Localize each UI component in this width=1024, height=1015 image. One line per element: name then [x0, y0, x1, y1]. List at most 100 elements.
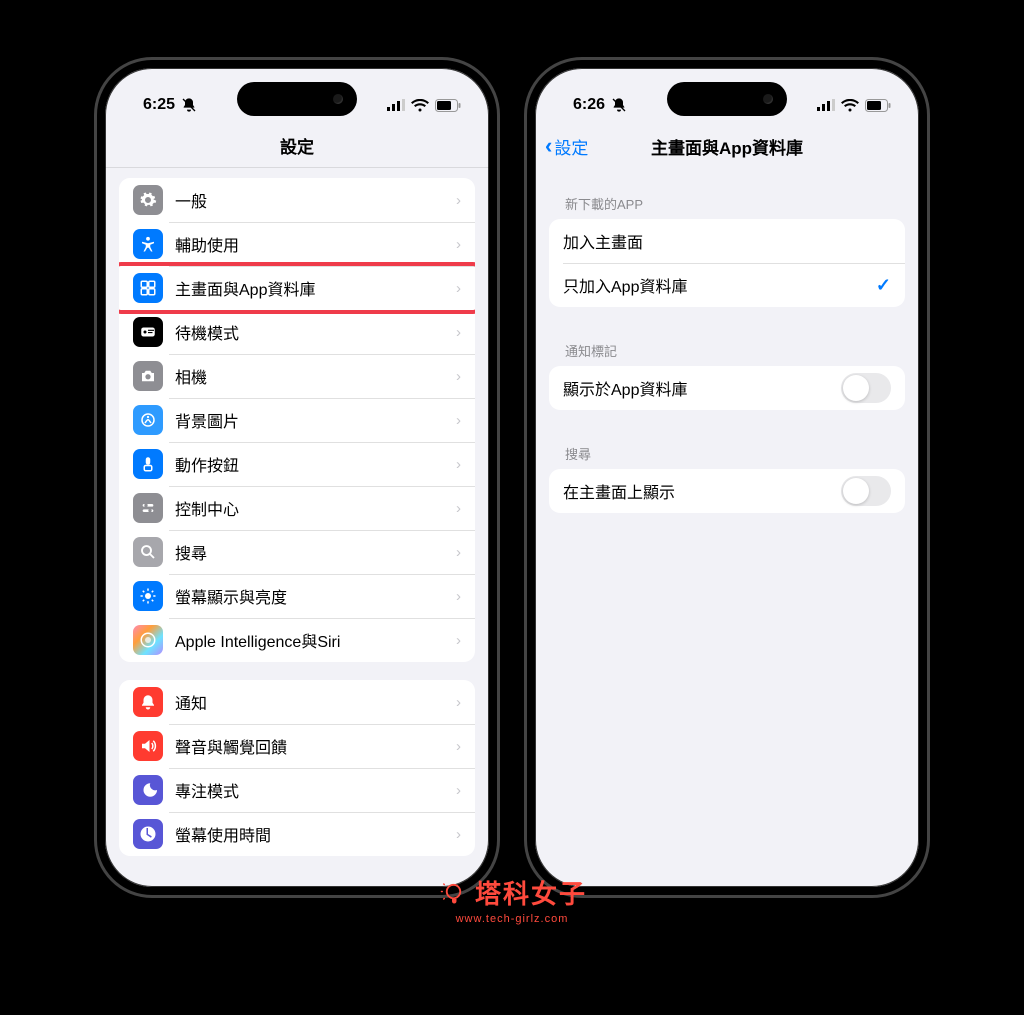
standby-icon — [133, 317, 163, 347]
settings-row[interactable]: 通知› — [119, 680, 475, 724]
settings-row[interactable]: 聲音與觸覺回饋› — [119, 724, 475, 768]
bell-slash-icon — [181, 97, 197, 113]
ai-icon — [133, 625, 163, 655]
chevron-right-icon: › — [456, 324, 461, 341]
settings-row[interactable]: 動作按鈕› — [119, 442, 475, 486]
settings-row[interactable]: 顯示於App資料庫 — [549, 366, 905, 410]
settings-row[interactable]: 加入主畫面 — [549, 219, 905, 263]
gear-icon — [133, 185, 163, 215]
wifi-icon — [841, 99, 859, 112]
settings-row[interactable]: 待機模式› — [119, 310, 475, 354]
watermark: 塔科女子 www.tech-girlz.com — [437, 874, 587, 925]
checkmark-icon: ✓ — [876, 275, 891, 296]
focus-icon — [133, 775, 163, 805]
row-label: 搜尋 — [175, 540, 456, 564]
chevron-right-icon: › — [456, 632, 461, 649]
chevron-right-icon: › — [456, 826, 461, 843]
row-label: 加入主畫面 — [563, 229, 891, 253]
bell-slash-icon — [611, 97, 627, 113]
settings-row[interactable]: 螢幕顯示與亮度› — [119, 574, 475, 618]
wifi-icon — [411, 99, 429, 112]
row-label: 待機模式 — [175, 320, 456, 344]
row-label: 動作按鈕 — [175, 452, 456, 476]
chevron-right-icon: › — [456, 782, 461, 799]
chevron-right-icon: › — [456, 412, 461, 429]
lightbulb-icon — [437, 878, 467, 908]
search-icon — [133, 537, 163, 567]
wallpaper-icon — [133, 405, 163, 435]
battery-icon — [865, 99, 891, 112]
settings-row[interactable]: 相機› — [119, 354, 475, 398]
back-label: 設定 — [554, 134, 588, 159]
settings-row[interactable]: 搜尋› — [119, 530, 475, 574]
volume-down-button — [97, 318, 98, 373]
settings-row[interactable]: 主畫面與App資料庫› — [119, 266, 475, 310]
volume-up-button — [97, 248, 98, 303]
settings-group: 一般›輔助使用›主畫面與App資料庫›待機模式›相機›背景圖片›動作按鈕›控制中… — [119, 178, 475, 662]
settings-scroll[interactable]: 一般›輔助使用›主畫面與App資料庫›待機模式›相機›背景圖片›動作按鈕›控制中… — [105, 168, 489, 887]
settings-group: 通知›聲音與觸覺回饋›專注模式›螢幕使用時間› — [119, 680, 475, 856]
power-button — [496, 263, 497, 353]
phone-right: 6:26 ‹ 設定 主畫面與App資料庫 新下載的APP 加入主畫面只加入App資… — [527, 60, 927, 895]
row-label: 只加入App資料庫 — [563, 273, 876, 297]
chevron-right-icon: › — [456, 368, 461, 385]
row-label: 螢幕使用時間 — [175, 822, 456, 846]
settings-row[interactable]: 一般› — [119, 178, 475, 222]
row-label: 聲音與觸覺回饋 — [175, 734, 456, 758]
toggle-switch[interactable] — [841, 373, 891, 403]
row-label: 專注模式 — [175, 778, 456, 802]
nav-header: 設定 — [105, 124, 489, 168]
action-icon — [133, 449, 163, 479]
phone-left: 6:25 設定 一般›輔助使用›主畫面與App資料庫›待機模式›相機›背景圖片›… — [97, 60, 497, 895]
settings-row[interactable]: 背景圖片› — [119, 398, 475, 442]
row-label: 螢幕顯示與亮度 — [175, 584, 456, 608]
row-label: 主畫面與App資料庫 — [175, 276, 456, 300]
settings-row[interactable]: 在主畫面上顯示 — [549, 469, 905, 513]
volume-down-button — [527, 318, 528, 373]
settings-row[interactable]: 只加入App資料庫✓ — [549, 263, 905, 307]
chevron-right-icon: › — [456, 588, 461, 605]
status-time: 6:26 — [573, 96, 605, 114]
settings-row[interactable]: 專注模式› — [119, 768, 475, 812]
row-label: 輔助使用 — [175, 232, 456, 256]
chevron-right-icon: › — [456, 280, 461, 297]
watermark-brand: 塔科女子 — [475, 874, 587, 911]
chevron-right-icon: › — [456, 456, 461, 473]
row-label: Apple Intelligence與Siri — [175, 628, 456, 652]
row-label: 控制中心 — [175, 496, 456, 520]
settings-row[interactable]: Apple Intelligence與Siri› — [119, 618, 475, 662]
accessibility-icon — [133, 229, 163, 259]
toggle-switch[interactable] — [841, 476, 891, 506]
chevron-right-icon: › — [456, 544, 461, 561]
chevron-right-icon: › — [456, 694, 461, 711]
settings-row[interactable]: 螢幕使用時間› — [119, 812, 475, 856]
chevron-right-icon: › — [456, 500, 461, 517]
settings-group: 顯示於App資料庫 — [549, 366, 905, 410]
chevron-right-icon: › — [456, 192, 461, 209]
screentime-icon — [133, 819, 163, 849]
nav-header: ‹ 設定 主畫面與App資料庫 — [535, 124, 919, 168]
section-header: 通知標記 — [549, 325, 905, 366]
row-label: 通知 — [175, 690, 456, 714]
notification-icon — [133, 687, 163, 717]
brightness-icon — [133, 581, 163, 611]
signal-icon — [817, 99, 835, 111]
back-button[interactable]: ‹ 設定 — [545, 134, 588, 159]
row-label: 顯示於App資料庫 — [563, 376, 841, 400]
row-label: 在主畫面上顯示 — [563, 479, 841, 503]
sound-icon — [133, 731, 163, 761]
nav-title: 主畫面與App資料庫 — [651, 134, 803, 159]
settings-row[interactable]: 控制中心› — [119, 486, 475, 530]
power-button — [926, 263, 927, 353]
settings-group: 在主畫面上顯示 — [549, 469, 905, 513]
row-label: 一般 — [175, 188, 456, 212]
settings-row[interactable]: 輔助使用› — [119, 222, 475, 266]
nav-title: 設定 — [280, 133, 314, 158]
dynamic-island — [237, 82, 357, 116]
control-icon — [133, 493, 163, 523]
detail-scroll[interactable]: 新下載的APP加入主畫面只加入App資料庫✓通知標記顯示於App資料庫搜尋在主畫… — [535, 168, 919, 887]
row-label: 相機 — [175, 364, 456, 388]
row-label: 背景圖片 — [175, 408, 456, 432]
dynamic-island — [667, 82, 787, 116]
section-header: 新下載的APP — [549, 178, 905, 219]
